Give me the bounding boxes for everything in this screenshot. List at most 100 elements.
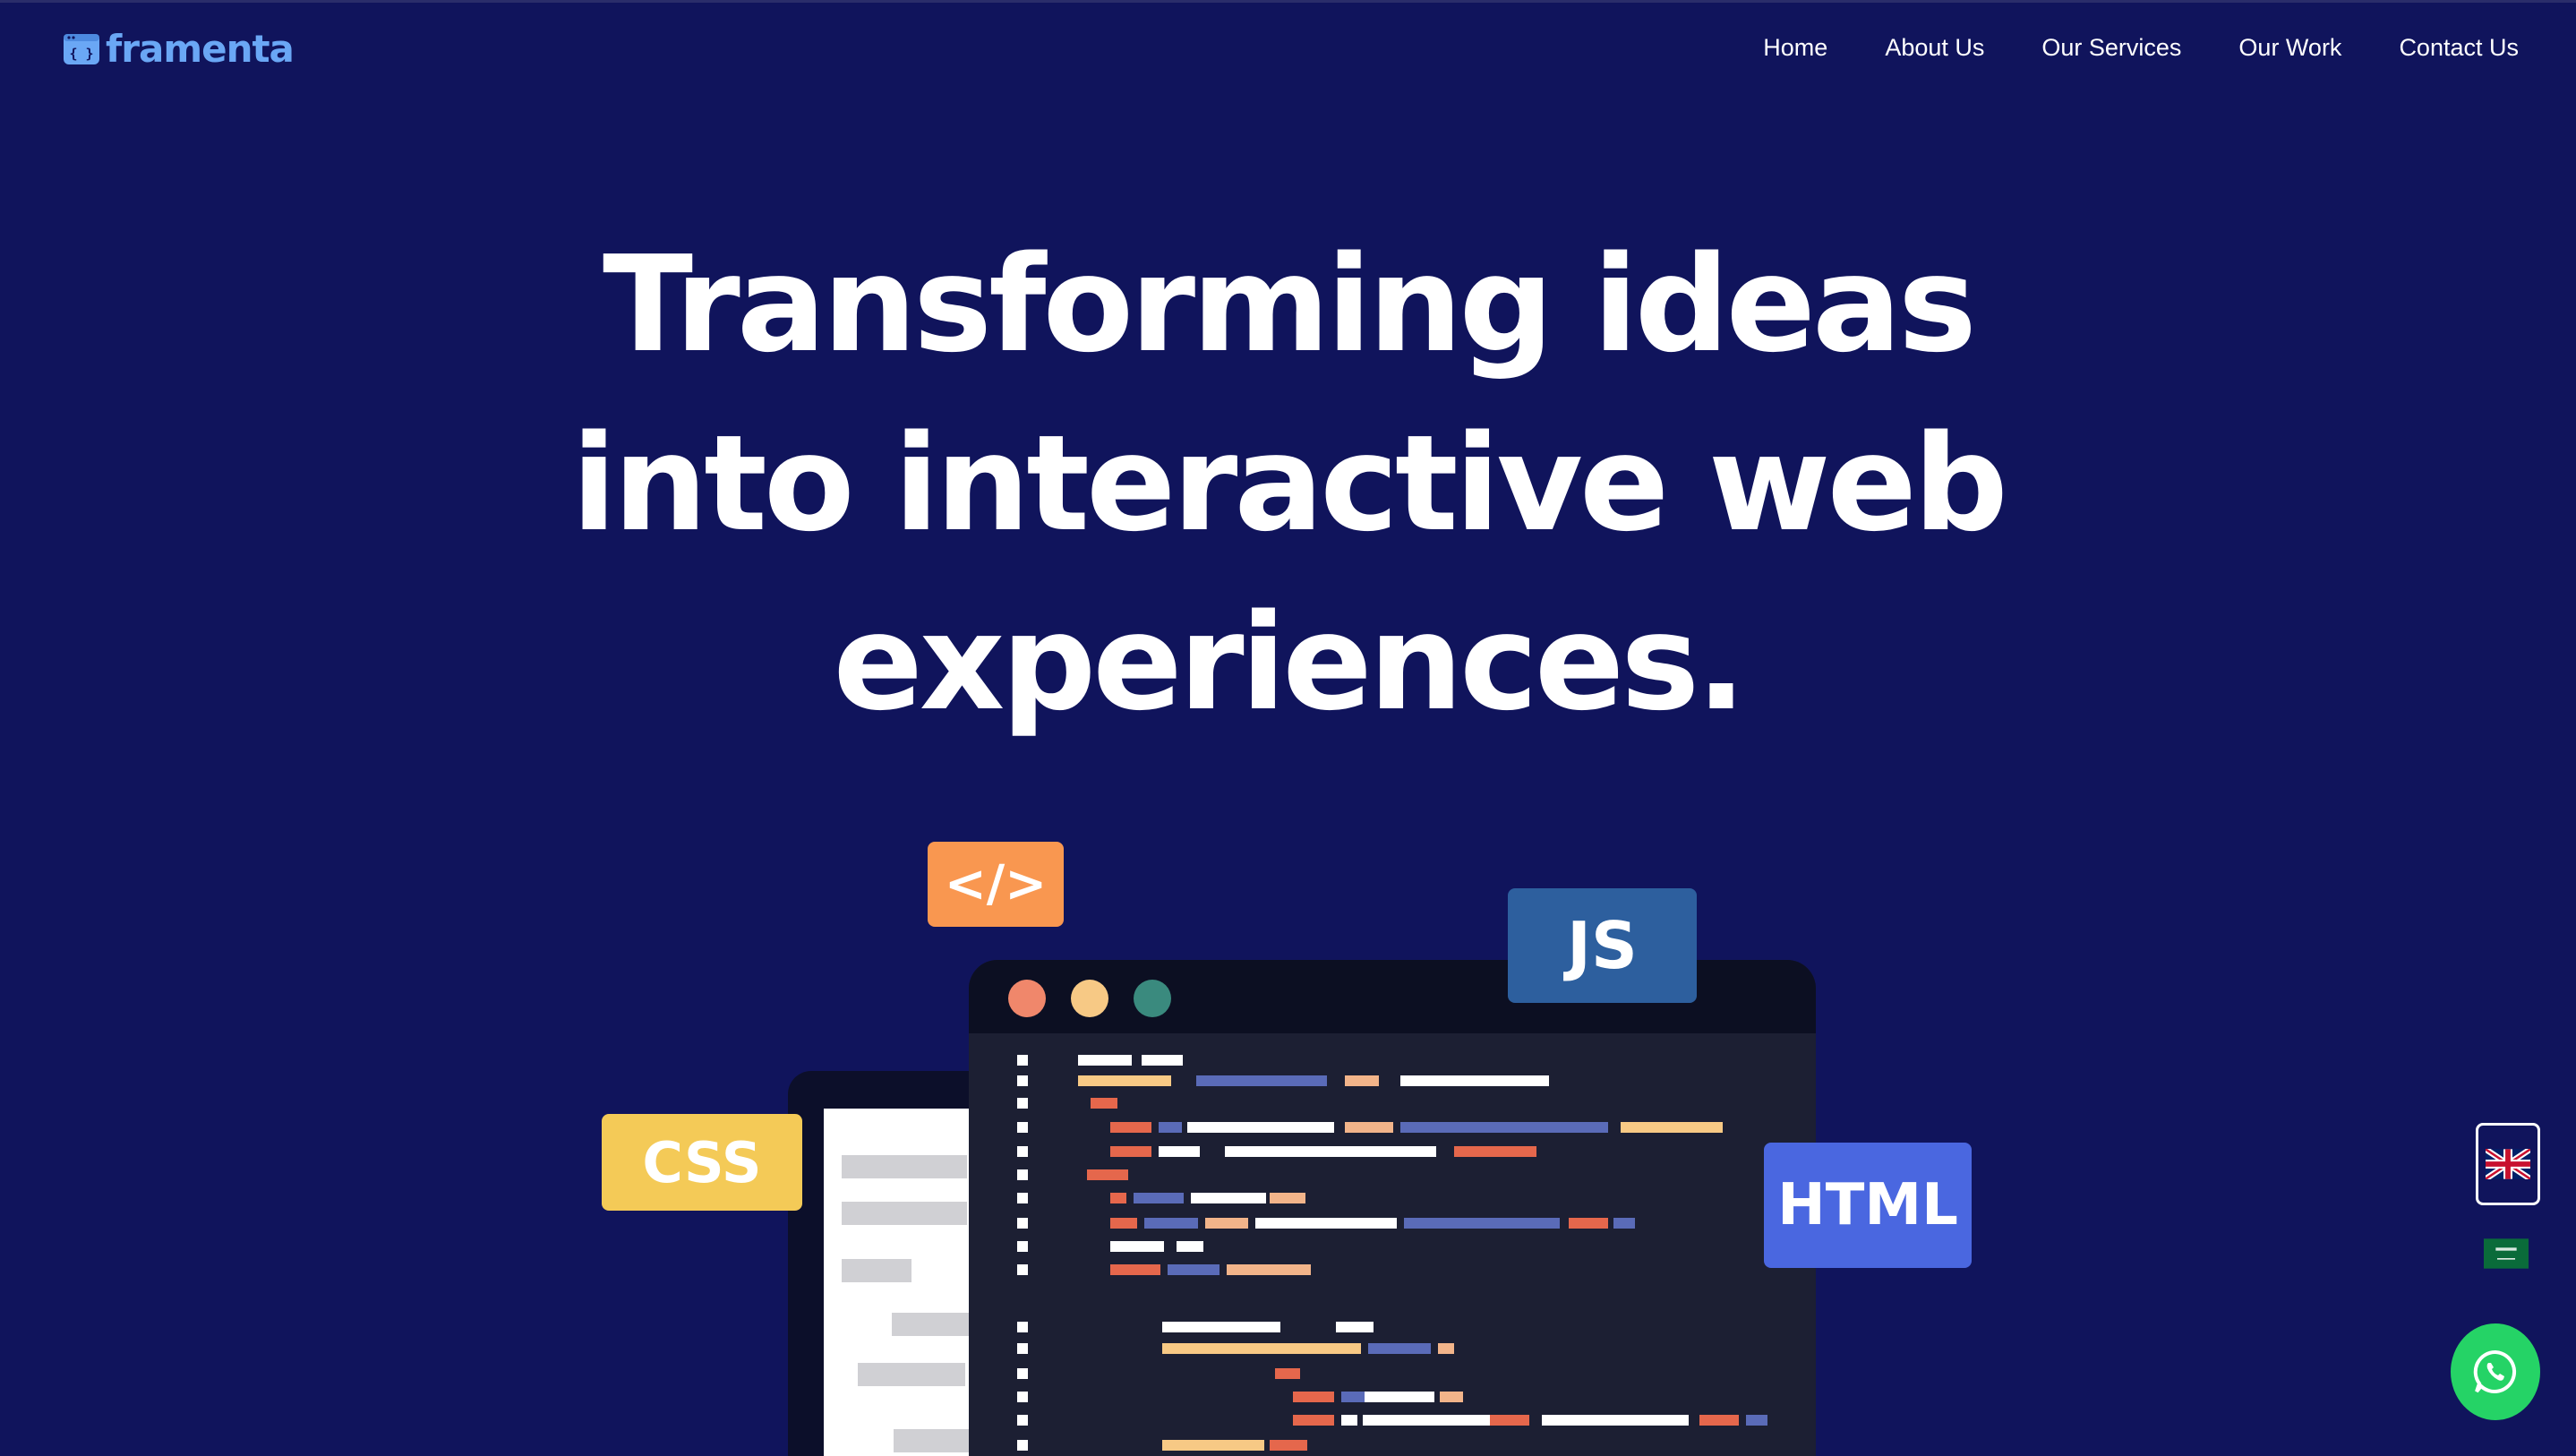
- code-token: [1341, 1415, 1357, 1426]
- document-line: [842, 1202, 967, 1225]
- code-token: [1440, 1392, 1463, 1402]
- code-token: [1569, 1218, 1608, 1229]
- code-token: [1110, 1218, 1137, 1229]
- code-token: [1400, 1122, 1608, 1133]
- code-token: [1746, 1415, 1767, 1426]
- code-token: [1144, 1218, 1198, 1229]
- code-tag-badge: </>: [928, 842, 1064, 927]
- language-english-button[interactable]: [2476, 1123, 2540, 1205]
- code-token: [1336, 1322, 1374, 1332]
- code-token: [1542, 1415, 1689, 1426]
- nav-home[interactable]: Home: [1763, 34, 1827, 62]
- line-number-marker: [1017, 1075, 1028, 1086]
- line-number-marker: [1017, 1122, 1028, 1133]
- line-number-marker: [1017, 1146, 1028, 1157]
- nav-our-work[interactable]: Our Work: [2238, 34, 2341, 62]
- code-token: [1078, 1055, 1132, 1066]
- line-number-marker: [1017, 1392, 1028, 1402]
- hero-title-line-2: into interactive web: [571, 407, 2008, 561]
- line-number-marker: [1017, 1098, 1028, 1109]
- line-number-marker: [1017, 1415, 1028, 1426]
- code-token: [1227, 1264, 1311, 1275]
- js-badge: JS: [1508, 888, 1697, 1003]
- code-token: [1110, 1264, 1160, 1275]
- code-token: [1365, 1392, 1434, 1402]
- line-number-marker: [1017, 1241, 1028, 1252]
- nav-our-services[interactable]: Our Services: [2041, 34, 2181, 62]
- svg-text:{ }: { }: [69, 46, 93, 62]
- document-line: [892, 1313, 969, 1336]
- document-line: [858, 1363, 965, 1386]
- hero-title: Transforming ideas into interactive web …: [0, 215, 2576, 752]
- css-badge: CSS: [602, 1114, 802, 1211]
- hero-title-line-3: experiences.: [833, 586, 1746, 740]
- language-arabic-button[interactable]: [2484, 1238, 2529, 1269]
- brand-logo[interactable]: { } framenta: [63, 27, 295, 71]
- code-token: [1270, 1193, 1305, 1203]
- main-nav: Home About Us Our Services Our Work Cont…: [1763, 34, 2519, 62]
- line-number-marker: [1017, 1343, 1028, 1354]
- line-number-marker: [1017, 1322, 1028, 1332]
- brand-name: framenta: [106, 27, 295, 71]
- code-token: [1255, 1218, 1397, 1229]
- whatsapp-button[interactable]: [2451, 1323, 2540, 1420]
- whatsapp-icon: [2473, 1349, 2517, 1393]
- code-token: [1270, 1440, 1307, 1451]
- code-token: [1168, 1264, 1220, 1275]
- code-token: [1142, 1055, 1183, 1066]
- code-token: [1187, 1122, 1334, 1133]
- window-close-dot: [1008, 980, 1046, 1017]
- code-token: [1110, 1122, 1151, 1133]
- document-line: [842, 1259, 911, 1282]
- code-token: [1345, 1122, 1393, 1133]
- code-token: [1490, 1415, 1529, 1426]
- line-number-marker: [1017, 1055, 1028, 1066]
- code-token: [1205, 1218, 1248, 1229]
- code-token: [1078, 1075, 1171, 1086]
- code-token: [1110, 1193, 1126, 1203]
- code-token: [1177, 1241, 1203, 1252]
- line-number-marker: [1017, 1368, 1028, 1379]
- window-maximize-dot: [1134, 980, 1171, 1017]
- code-token: [1293, 1392, 1334, 1402]
- code-window-icon: { }: [64, 33, 99, 64]
- code-token: [1341, 1392, 1365, 1402]
- code-token: [1400, 1075, 1549, 1086]
- line-number-marker: [1017, 1218, 1028, 1229]
- code-token: [1087, 1169, 1128, 1180]
- code-token: [1159, 1122, 1182, 1133]
- code-token: [1438, 1343, 1454, 1354]
- top-border: [0, 0, 2576, 3]
- line-number-marker: [1017, 1440, 1028, 1451]
- nav-contact-us[interactable]: Contact Us: [2399, 34, 2519, 62]
- code-token: [1621, 1122, 1723, 1133]
- nav-about-us[interactable]: About Us: [1885, 34, 1984, 62]
- hero-title-line-1: Transforming ideas: [603, 227, 1977, 381]
- code-token: [1404, 1218, 1560, 1229]
- code-token: [1091, 1098, 1117, 1109]
- window-minimize-dot: [1071, 980, 1108, 1017]
- code-token: [1134, 1193, 1184, 1203]
- code-token: [1363, 1415, 1506, 1426]
- line-number-marker: [1017, 1264, 1028, 1275]
- code-token: [1293, 1415, 1334, 1426]
- code-token: [1159, 1146, 1200, 1157]
- line-number-marker: [1017, 1169, 1028, 1180]
- code-token: [1454, 1146, 1536, 1157]
- code-token: [1196, 1075, 1327, 1086]
- code-token: [1699, 1415, 1739, 1426]
- code-token: [1275, 1368, 1300, 1379]
- code-token: [1162, 1440, 1264, 1451]
- code-token: [1191, 1193, 1266, 1203]
- code-token: [1162, 1343, 1361, 1354]
- uk-flag-icon: [2486, 1149, 2530, 1179]
- code-token: [1110, 1146, 1151, 1157]
- code-editor-window: [969, 960, 1816, 1456]
- code-token: [1368, 1343, 1431, 1354]
- document-line: [842, 1155, 967, 1178]
- line-number-marker: [1017, 1193, 1028, 1203]
- code-token: [1613, 1218, 1635, 1229]
- code-token: [1162, 1322, 1280, 1332]
- code-token: [1345, 1075, 1379, 1086]
- html-badge: HTML: [1764, 1143, 1972, 1268]
